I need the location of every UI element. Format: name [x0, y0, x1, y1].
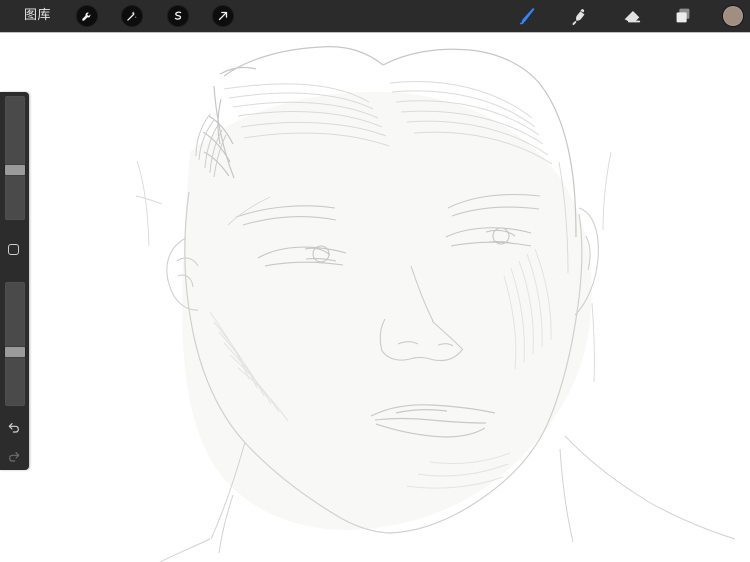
- eraser-icon: [621, 5, 643, 27]
- actions-button[interactable]: [76, 5, 98, 27]
- undo-icon: [6, 419, 22, 435]
- smudge-tool[interactable]: [568, 4, 592, 28]
- brush-tool[interactable]: [516, 4, 540, 28]
- top-toolbar: 图库: [0, 0, 750, 32]
- modify-button[interactable]: [8, 244, 19, 255]
- transform-button[interactable]: [212, 5, 234, 27]
- redo-icon: [6, 448, 22, 464]
- brush-size-slider[interactable]: [5, 96, 25, 220]
- eraser-tool[interactable]: [620, 4, 644, 28]
- sketch-drawing: [135, 46, 736, 562]
- brush-icon: [517, 5, 539, 27]
- selection-icon: [171, 9, 185, 23]
- drawing-canvas[interactable]: [0, 32, 750, 562]
- smudge-icon: [569, 5, 591, 27]
- transform-arrow-icon: [216, 9, 230, 23]
- redo-button[interactable]: [6, 448, 22, 464]
- layers-icon: [672, 5, 694, 27]
- gallery-button[interactable]: 图库: [24, 7, 51, 25]
- color-swatch[interactable]: [723, 6, 743, 26]
- adjustments-button[interactable]: [121, 5, 143, 27]
- undo-button[interactable]: [6, 419, 22, 435]
- opacity-thumb[interactable]: [5, 347, 25, 357]
- left-sidebar: [0, 92, 29, 470]
- opacity-slider[interactable]: [5, 282, 25, 406]
- layers-tool[interactable]: [671, 4, 695, 28]
- selection-button[interactable]: [167, 5, 189, 27]
- brush-size-thumb[interactable]: [5, 165, 25, 175]
- wrench-icon: [80, 9, 94, 23]
- procreate-app: 图库: [0, 0, 750, 562]
- magic-wand-icon: [125, 9, 139, 23]
